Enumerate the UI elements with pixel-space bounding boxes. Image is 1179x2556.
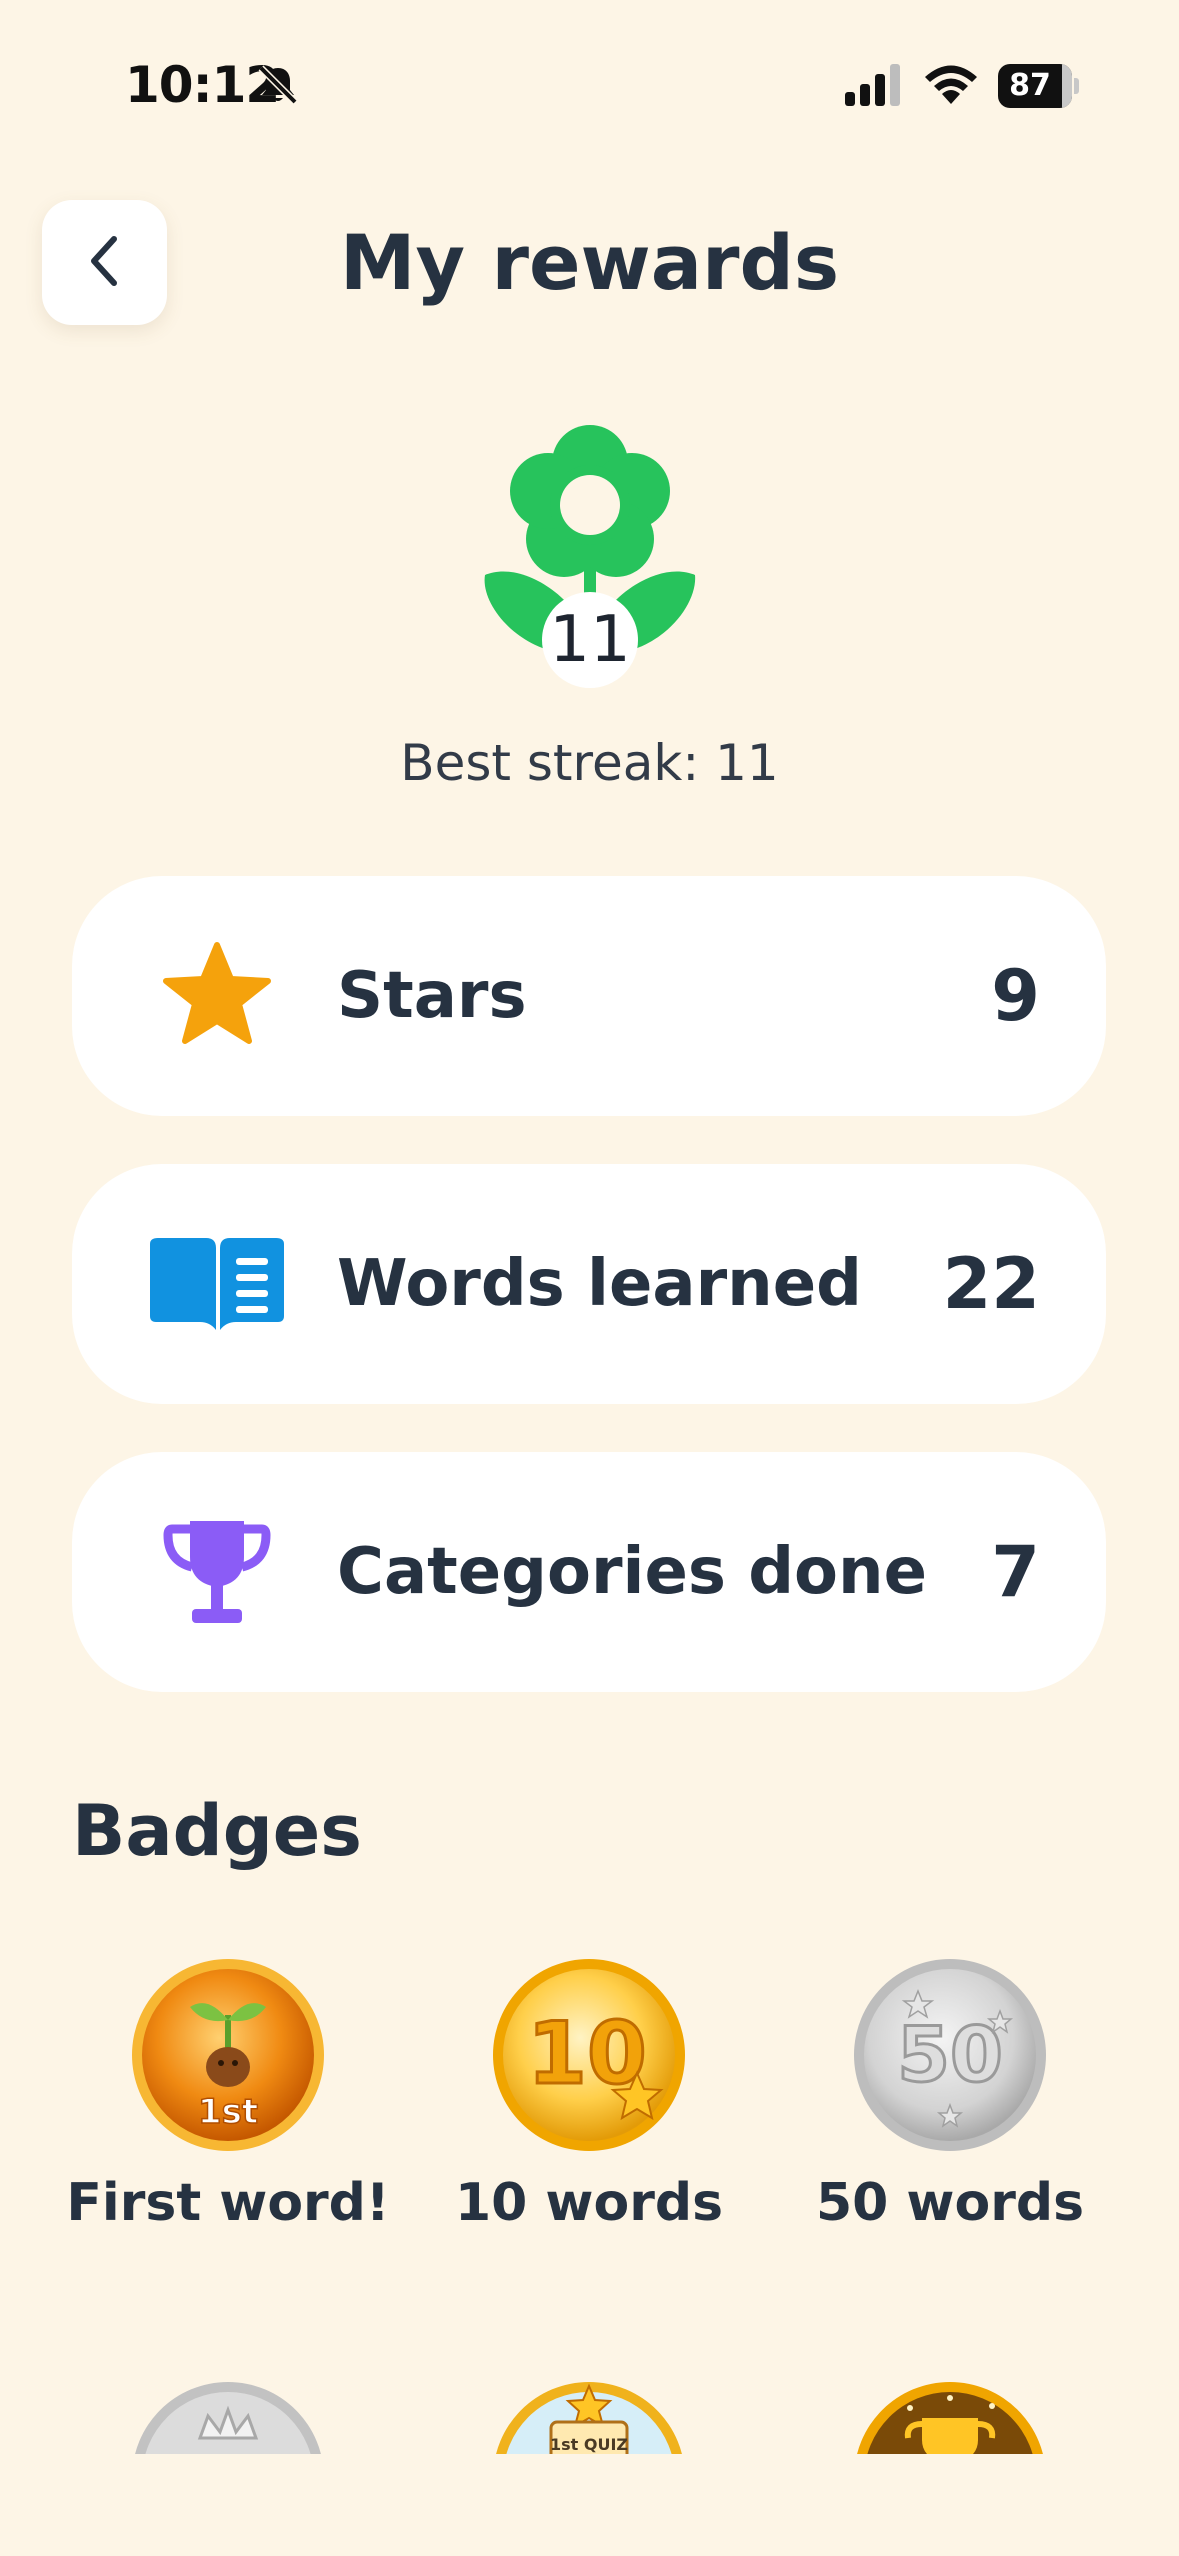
- stat-label: Stars: [337, 959, 527, 1033]
- silver-crown-medal-icon[interactable]: [128, 2378, 328, 2454]
- stat-value: 7: [991, 1531, 1040, 1613]
- badge-label: 10 words: [454, 2173, 724, 2233]
- badges-heading: Badges: [72, 1790, 362, 1872]
- best-streak-label: Best streak: 11: [400, 734, 779, 792]
- gold-trophy-medal-icon[interactable]: [850, 2378, 1050, 2454]
- page-title: My rewards: [339, 218, 840, 307]
- stat-label: Categories done: [337, 1535, 927, 1609]
- sprout-medal-icon: 1st: [128, 1955, 328, 2155]
- battery-icon: 87: [998, 64, 1079, 108]
- wifi-icon: [922, 60, 980, 110]
- badge-50-words[interactable]: 50 50 words: [770, 1955, 1130, 2255]
- star-icon: [142, 926, 292, 1066]
- battery-level: 87: [1009, 68, 1051, 103]
- stat-card-categories-done: Categories done 7: [72, 1452, 1106, 1692]
- badge-label: 50 words: [815, 2173, 1085, 2233]
- medal-text: 50: [897, 2010, 1003, 2099]
- badge-first-word[interactable]: 1st First word!: [48, 1955, 408, 2255]
- medal-text: 1st QUIZ: [550, 2435, 628, 2454]
- stat-card-stars: Stars 9: [72, 876, 1106, 1116]
- streak-count: 11: [549, 603, 631, 677]
- status-bar: 10:12 87: [0, 0, 1179, 150]
- silver-50-medal-icon: 50: [850, 1955, 1050, 2155]
- bell-slash-icon: [255, 62, 301, 112]
- stat-value: 22: [942, 1243, 1040, 1325]
- stat-label: Words learned: [337, 1247, 862, 1321]
- stat-value: 9: [991, 955, 1040, 1037]
- medal-text: 1st: [198, 2092, 258, 2132]
- badge-10-words[interactable]: 10 10 words: [409, 1955, 769, 2255]
- quiz-medal-icon[interactable]: 1st QUIZ: [489, 2378, 689, 2454]
- stat-card-words-learned: Words learned 22: [72, 1164, 1106, 1404]
- trophy-icon: [142, 1502, 292, 1642]
- open-book-icon: [142, 1214, 292, 1354]
- cellular-signal-icon: [845, 62, 905, 110]
- badge-label: First word!: [66, 2173, 390, 2233]
- gold-10-medal-icon: 10: [489, 1955, 689, 2155]
